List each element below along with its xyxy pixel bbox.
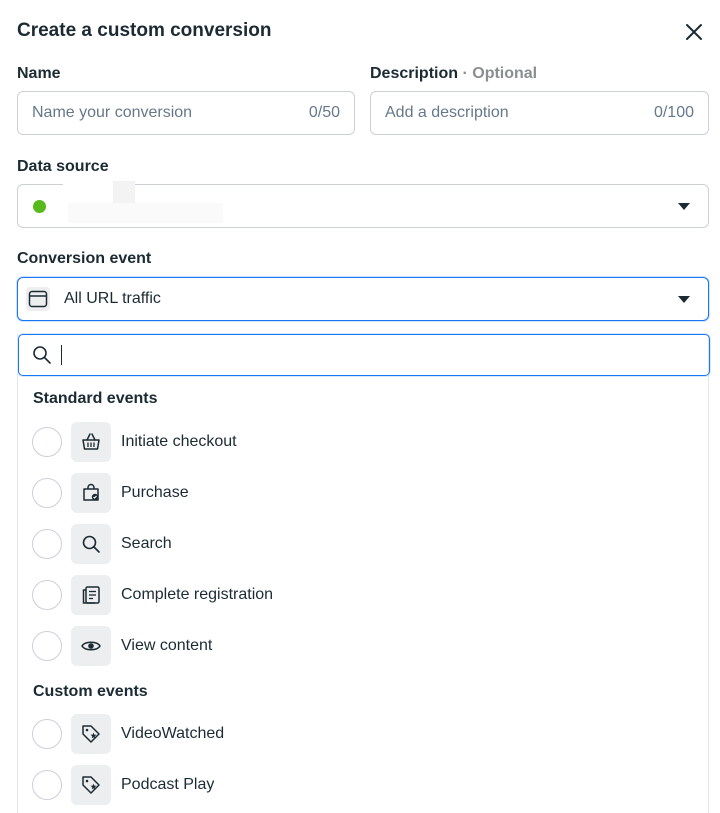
shopping-bag-icon: [71, 473, 111, 513]
description-field: 0/100: [370, 91, 709, 135]
option-label: View content: [121, 637, 213, 654]
name-char-counter: 0/50: [308, 104, 340, 121]
radio-button[interactable]: [32, 478, 62, 508]
conversion-event-select[interactable]: All URL traffic: [17, 277, 709, 321]
data-source-select[interactable]: [17, 181, 709, 228]
selected-event-text: All URL traffic: [64, 290, 161, 307]
option-label: Podcast Play: [121, 776, 215, 793]
description-input[interactable]: [371, 92, 654, 134]
name-label: Name: [17, 65, 61, 82]
radio-button[interactable]: [32, 529, 62, 559]
chevron-down-icon: [678, 203, 690, 210]
option-podcast-play[interactable]: Podcast Play: [32, 765, 692, 805]
data-source-label: Data source: [17, 158, 109, 175]
eye-icon: [71, 626, 111, 666]
redacted-area: [68, 203, 223, 223]
optional-tag: · Optional: [462, 65, 538, 82]
dialog-title: Create a custom conversion: [17, 20, 272, 41]
option-videowatched[interactable]: VideoWatched: [32, 714, 692, 754]
section-title-standard-events: Standard events: [33, 390, 158, 407]
text-cursor: [61, 345, 62, 365]
redacted-area: [63, 181, 113, 203]
data-source-status-dot: [33, 199, 46, 213]
option-label: Complete registration: [121, 586, 274, 603]
option-initiate-checkout[interactable]: Initiate checkout: [32, 422, 692, 462]
radio-button[interactable]: [32, 427, 62, 457]
search-icon: [71, 524, 111, 564]
option-label: VideoWatched: [121, 725, 225, 742]
option-complete-registration[interactable]: Complete registration: [32, 575, 692, 615]
description-label: Description · Optional: [370, 65, 537, 83]
search-icon: [32, 345, 52, 365]
name-input[interactable]: [18, 92, 309, 134]
tag-icon: [71, 714, 111, 754]
create-custom-conversion-dialog: Create a custom conversion Name 0/50 Des…: [0, 0, 720, 813]
option-label: Purchase: [121, 484, 189, 501]
browser-window-icon: [26, 287, 50, 311]
radio-button[interactable]: [32, 580, 62, 610]
basket-icon: [71, 422, 111, 462]
description-char-counter: 0/100: [653, 104, 694, 121]
radio-button[interactable]: [32, 770, 62, 800]
event-search-input[interactable]: [18, 334, 710, 376]
option-purchase[interactable]: Purchase: [32, 473, 692, 513]
section-title-custom-events: Custom events: [33, 683, 148, 700]
redacted-area: [113, 181, 135, 203]
option-label: Search: [121, 535, 172, 552]
registration-form-icon: [71, 575, 111, 615]
option-label: Initiate checkout: [121, 433, 237, 450]
description-label-text: Description: [370, 65, 459, 82]
radio-button[interactable]: [32, 631, 62, 661]
name-field: 0/50: [17, 91, 355, 135]
close-button[interactable]: [682, 20, 706, 44]
event-dropdown-panel: Standard events Initiate checkout Purcha…: [17, 334, 710, 813]
chevron-down-icon: [678, 296, 690, 303]
option-view-content[interactable]: View content: [32, 626, 692, 666]
conversion-event-label: Conversion event: [17, 250, 152, 267]
tag-icon: [71, 765, 111, 805]
radio-button[interactable]: [32, 719, 62, 749]
option-search[interactable]: Search: [32, 524, 692, 564]
close-icon: [686, 24, 702, 40]
